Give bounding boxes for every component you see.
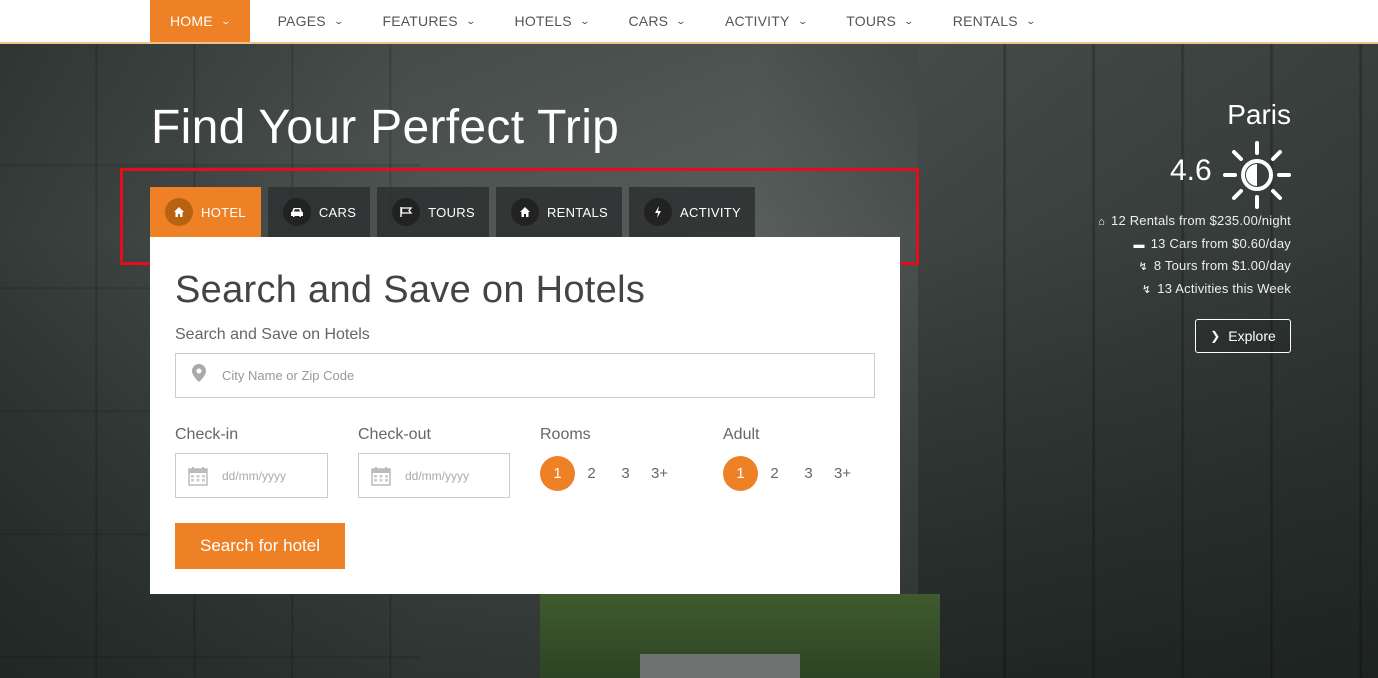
bolt-icon: ↯ [1138,261,1148,273]
nav-menu: HOME ⌄ PAGES ⌄ FEATURES ⌄ HOTELS ⌄ CARS ⌄ ACT… [150,0,1054,42]
nav-item-rentals[interactable]: RENTALS ⌄ [933,0,1055,42]
home-icon [165,198,193,226]
checkin-placeholder: dd/mm/yyyy [222,468,287,483]
checkout-input[interactable]: dd/mm/yyyy [358,453,510,498]
chevron-down-icon: ⌄ [1025,15,1037,26]
rooms-label: Rooms [540,426,591,443]
adult-option[interactable]: 3+ [825,456,860,491]
sun-icon [1223,141,1291,209]
rooms-option[interactable]: 3+ [642,456,677,491]
tab-rentals[interactable]: RENTALS [495,187,623,237]
city-name: Paris [1227,99,1291,130]
adult-label: Adult [723,426,760,443]
adult-option[interactable]: 3 [791,456,826,491]
tab-tours[interactable]: TOURS [377,187,489,237]
tab-hotel[interactable]: HOTEL [150,187,261,237]
stat-text: 12 Rentals from $235.00/night [1111,213,1291,228]
search-heading: Search and Save on Hotels [175,269,646,311]
search-hotel-button[interactable]: Search for hotel [175,523,345,569]
tab-label: TOURS [428,204,475,220]
tab-label: HOTEL [201,204,246,220]
hero-path [640,654,800,678]
tab-label: ACTIVITY [680,204,741,220]
nav-item-label: CARS [628,13,669,29]
stat-cars: ▬ 13 Cars from $0.60/day [1098,233,1291,256]
search-panel: Search and Save on Hotels Search and Sav… [150,237,900,594]
nav-item-tours[interactable]: TOURS ⌄ [826,0,933,42]
chevron-down-icon: ⌄ [903,15,915,26]
nav-item-label: PAGES [277,13,326,29]
checkout-placeholder: dd/mm/yyyy [405,468,470,483]
stat-text: 8 Tours from $1.00/day [1153,258,1291,273]
chevron-down-icon: ⌄ [465,15,477,26]
location-input[interactable]: City Name or Zip Code [175,353,875,398]
stat-text: 13 Activities this Week [1157,280,1291,296]
top-navigation: HOME ⌄ PAGES ⌄ FEATURES ⌄ HOTELS ⌄ CARS ⌄ ACT… [0,0,1378,44]
rooms-option[interactable]: 1 [540,456,575,491]
temperature: 4.6 [1170,154,1212,187]
nav-item-pages[interactable]: PAGES ⌄ [250,0,363,42]
tab-label: CARS [318,204,357,220]
chevron-down-icon: ⌄ [333,15,345,26]
explore-button[interactable]: ❯ Explore [1195,319,1291,353]
nav-item-features[interactable]: FEATURES ⌄ [363,0,495,42]
stat-rentals: ⌂ 12 Rentals from $235.00/night [1098,210,1291,233]
location-stats: ⌂ 12 Rentals from $235.00/night ▬ 13 Cars … [1098,210,1291,300]
bolt-icon: ↯ [1141,283,1152,296]
home-icon [510,198,539,226]
map-pin-icon [192,364,206,387]
chevron-down-icon: ⌄ [220,15,232,26]
nav-item-hotels[interactable]: HOTELS ⌄ [495,0,609,42]
adult-option[interactable]: 2 [757,456,792,491]
rooms-option[interactable]: 3 [608,456,643,491]
checkin-input[interactable]: dd/mm/yyyy [175,453,328,498]
location-placeholder: City Name or Zip Code [222,368,355,383]
nav-item-home[interactable]: HOME ⌄ [150,0,250,42]
tab-cars[interactable]: CARS [267,187,371,237]
chevron-right-icon: ❯ [1210,329,1221,343]
nav-item-label: RENTALS [952,13,1018,29]
stat-activities: ↯ 13 Activities this Week [1098,278,1291,301]
nav-item-label: ACTIVITY [724,13,790,29]
explore-label: Explore [1228,328,1276,344]
checkin-label: Check-in [175,426,239,443]
rooms-selector: 1 2 3 3+ [540,456,676,491]
chevron-down-icon: ⌄ [579,15,591,26]
nav-item-label: HOME [170,13,213,29]
nav-item-activity[interactable]: ACTIVITY ⌄ [705,0,826,42]
car-icon: ▬ [1133,238,1145,251]
hero-title: Find Your Perfect Trip [151,101,620,154]
chevron-down-icon: ⌄ [796,15,808,26]
nav-item-cars[interactable]: CARS ⌄ [608,0,704,42]
tab-activity[interactable]: ACTIVITY [629,187,755,237]
calendar-icon [371,466,391,486]
location-label: Search and Save on Hotels [175,326,370,343]
checkout-label: Check-out [358,426,431,443]
rooms-option[interactable]: 2 [574,456,609,491]
calendar-icon [188,466,208,486]
flag-icon [392,198,421,226]
nav-item-label: FEATURES [382,13,458,29]
chevron-down-icon: ⌄ [675,15,687,26]
car-icon [282,198,311,226]
tab-label: RENTALS [546,204,609,220]
home-icon: ⌂ [1098,216,1106,228]
nav-item-label: TOURS [846,13,897,29]
bolt-icon [644,198,673,226]
nav-item-label: HOTELS [514,13,572,29]
stat-tours: ↯ 8 Tours from $1.00/day [1098,255,1291,278]
adult-selector: 1 2 3 3+ [723,456,859,491]
search-tabs: HOTEL CARS TOURS RENTALS ACTIVITY [150,187,762,237]
stat-text: 13 Cars from $0.60/day [1150,235,1291,251]
adult-option[interactable]: 1 [723,456,758,491]
hero-wall-right [918,44,1378,678]
